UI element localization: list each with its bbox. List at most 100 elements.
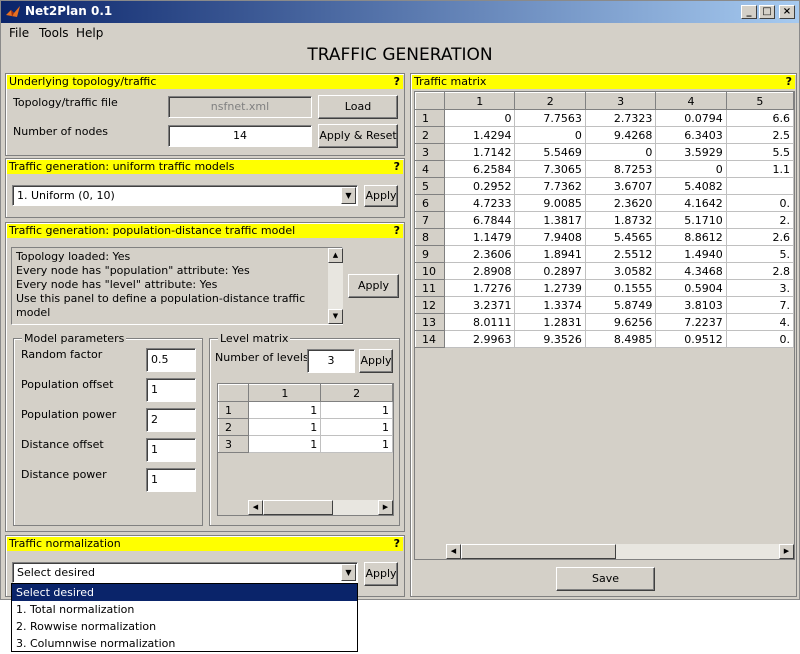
minimize-button[interactable]: _: [741, 5, 757, 19]
help-icon[interactable]: ?: [394, 224, 400, 238]
table-cell[interactable]: 0.: [725, 194, 794, 212]
table-cell[interactable]: 0.1555: [584, 279, 657, 297]
help-icon[interactable]: ?: [394, 75, 400, 89]
table-cell[interactable]: 6.7844: [444, 211, 516, 229]
help-icon[interactable]: ?: [786, 75, 792, 89]
table-cell[interactable]: 5.4082: [655, 177, 727, 195]
table-cell[interactable]: 7.7362: [514, 177, 586, 195]
popdist-apply-button[interactable]: Apply: [348, 274, 399, 298]
table-cell[interactable]: 0.2952: [444, 177, 516, 195]
table-cell[interactable]: 4.3468: [655, 262, 727, 280]
table-cell[interactable]: 8.4985: [584, 330, 657, 348]
table-cell[interactable]: 4.: [725, 313, 794, 331]
table-cell[interactable]: 2.: [725, 211, 794, 229]
table-cell[interactable]: 6.3403: [655, 126, 727, 144]
table-cell[interactable]: 1.2831: [514, 313, 586, 331]
level-matrix-hscrollbar[interactable]: ◀ ▶: [248, 500, 393, 515]
table-cell[interactable]: 9.6256: [584, 313, 657, 331]
table-cell[interactable]: 2.5512: [584, 245, 657, 263]
table-cell[interactable]: 0.: [725, 330, 794, 348]
pop-power-field[interactable]: 2: [146, 408, 196, 432]
table-cell[interactable]: 1.8941: [514, 245, 586, 263]
table-cell[interactable]: 9.3526: [514, 330, 586, 348]
log-scrollbar[interactable]: ▲ ▼: [328, 248, 343, 324]
table-cell[interactable]: 3.6707: [584, 177, 657, 195]
scroll-right-icon[interactable]: ▶: [378, 500, 393, 515]
table-cell[interactable]: 8.7253: [584, 160, 657, 178]
table-cell[interactable]: 5.: [725, 245, 794, 263]
table-cell[interactable]: 1.4940: [655, 245, 727, 263]
table-cell[interactable]: 0.2897: [514, 262, 586, 280]
scroll-up-icon[interactable]: ▲: [328, 248, 343, 263]
menu-tools[interactable]: Tools: [39, 26, 69, 40]
chevron-down-icon[interactable]: ▼: [341, 187, 356, 204]
table-cell[interactable]: 7.7563: [514, 109, 586, 127]
maximize-button[interactable]: □: [759, 5, 775, 19]
scroll-right-icon[interactable]: ▶: [779, 544, 794, 559]
levels-field[interactable]: 3: [307, 349, 355, 373]
table-cell[interactable]: 0.5904: [655, 279, 727, 297]
nodes-field[interactable]: 14: [168, 125, 312, 147]
table-cell[interactable]: 1.7276: [444, 279, 516, 297]
table-cell[interactable]: 0: [444, 109, 516, 127]
scroll-thumb[interactable]: [461, 544, 616, 559]
title-bar[interactable]: Net2Plan 0.1 _ □ ×: [1, 1, 799, 23]
table-cell[interactable]: 4.7233: [444, 194, 516, 212]
table-cell[interactable]: 2.6: [725, 228, 794, 246]
scroll-thumb[interactable]: [263, 500, 333, 515]
table-cell[interactable]: 2.7323: [584, 109, 657, 127]
table-cell[interactable]: 7.2237: [655, 313, 727, 331]
table-cell[interactable]: 1.1479: [444, 228, 516, 246]
table-cell[interactable]: 1.1: [725, 160, 794, 178]
scroll-left-icon[interactable]: ◀: [248, 500, 263, 515]
table-cell[interactable]: 0.0794: [655, 109, 727, 127]
table-cell[interactable]: 2.3620: [584, 194, 657, 212]
table-cell[interactable]: 2.8908: [444, 262, 516, 280]
table-cell[interactable]: 4.1642: [655, 194, 727, 212]
table-cell[interactable]: [725, 177, 794, 195]
table-cell[interactable]: 3.0582: [584, 262, 657, 280]
table-cell[interactable]: 7.9408: [514, 228, 586, 246]
table-cell[interactable]: 9.4268: [584, 126, 657, 144]
pop-offset-field[interactable]: 1: [146, 378, 196, 402]
table-cell[interactable]: 2.9963: [444, 330, 516, 348]
table-cell[interactable]: 3.: [725, 279, 794, 297]
table-cell[interactable]: 0: [584, 143, 657, 161]
table-cell[interactable]: 1: [320, 401, 393, 419]
help-icon[interactable]: ?: [394, 537, 400, 551]
table-cell[interactable]: 1.3374: [514, 296, 586, 314]
dropdown-option[interactable]: 1. Total normalization: [12, 601, 357, 618]
normalization-apply-button[interactable]: Apply: [364, 562, 398, 586]
table-cell[interactable]: 2.3606: [444, 245, 516, 263]
table-cell[interactable]: 3.8103: [655, 296, 727, 314]
table-cell[interactable]: 0: [514, 126, 586, 144]
menu-file[interactable]: File: [9, 26, 29, 40]
table-cell[interactable]: 5.5469: [514, 143, 586, 161]
table-cell[interactable]: 1.3817: [514, 211, 586, 229]
dropdown-option[interactable]: 3. Columnwise normalization: [12, 635, 357, 652]
table-cell[interactable]: 1: [248, 418, 322, 436]
column-header[interactable]: 4: [655, 92, 727, 110]
table-cell[interactable]: 1: [248, 435, 322, 453]
table-cell[interactable]: 5.4565: [584, 228, 657, 246]
uniform-model-select[interactable]: 1. Uniform (0, 10) ▼: [12, 185, 358, 206]
normalization-select[interactable]: Select desired ▼: [12, 562, 358, 583]
random-factor-field[interactable]: 0.5: [146, 348, 196, 372]
levels-apply-button[interactable]: Apply: [359, 349, 393, 373]
table-cell[interactable]: 5.1710: [655, 211, 727, 229]
save-button[interactable]: Save: [556, 567, 655, 591]
table-cell[interactable]: 7.: [725, 296, 794, 314]
table-cell[interactable]: 3.5929: [655, 143, 727, 161]
table-cell[interactable]: 3.2371: [444, 296, 516, 314]
table-cell[interactable]: 1: [320, 435, 393, 453]
column-header[interactable]: 5: [725, 92, 794, 110]
column-header[interactable]: 1: [444, 92, 516, 110]
scroll-left-icon[interactable]: ◀: [446, 544, 461, 559]
dropdown-option[interactable]: 2. Rowwise normalization: [12, 618, 357, 635]
dist-offset-field[interactable]: 1: [146, 438, 196, 462]
load-button[interactable]: Load: [318, 95, 398, 119]
table-cell[interactable]: 2.8: [725, 262, 794, 280]
column-header[interactable]: 3: [584, 92, 657, 110]
table-cell[interactable]: 2.5: [725, 126, 794, 144]
column-header[interactable]: 2: [514, 92, 586, 110]
